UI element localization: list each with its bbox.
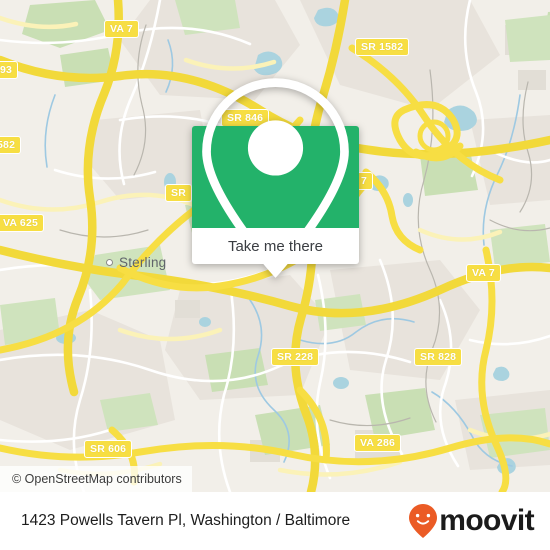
map-attribution[interactable]: © OpenStreetMap contributors <box>0 466 192 492</box>
road-shield: 582 <box>0 136 22 154</box>
popup-pointer <box>264 264 287 275</box>
road-shield: VA 7 <box>104 20 139 38</box>
footer-bar: 1423 Powells Tavern Pl, Washington / Bal… <box>0 492 550 550</box>
road-shield: SR 828 <box>414 348 463 366</box>
road-shield: VA 7 <box>466 264 501 282</box>
address-label: 1423 Powells Tavern Pl, Washington / Bal… <box>21 512 351 529</box>
popup-header <box>192 78 359 278</box>
attribution-text: © OpenStreetMap contributors <box>12 472 182 486</box>
map-canvas[interactable]: .land { fill:#f2efe9; } .resid { fill:#e… <box>0 0 550 492</box>
moovit-wordmark: moovit <box>439 504 534 537</box>
city-label-sterling: Sterling <box>106 255 166 270</box>
road-shield: SR 606 <box>84 440 133 458</box>
city-name: Sterling <box>119 255 167 270</box>
road-shield: SR 1582 <box>355 38 410 56</box>
location-pin-icon <box>202 78 349 278</box>
moovit-map-screen: .land { fill:#f2efe9; } .resid { fill:#e… <box>0 0 550 550</box>
moovit-pin-icon <box>409 504 438 538</box>
take-me-there-label: Take me there <box>227 237 324 255</box>
city-marker-dot <box>106 259 113 266</box>
road-shield: SR <box>165 184 192 202</box>
moovit-logo[interactable]: moovit <box>408 503 535 539</box>
destination-popup-card[interactable]: Take me there <box>192 78 359 278</box>
road-shield: VA 625 <box>0 214 45 232</box>
road-shield: 93 <box>0 61 19 79</box>
road-shield: VA 286 <box>354 434 402 452</box>
